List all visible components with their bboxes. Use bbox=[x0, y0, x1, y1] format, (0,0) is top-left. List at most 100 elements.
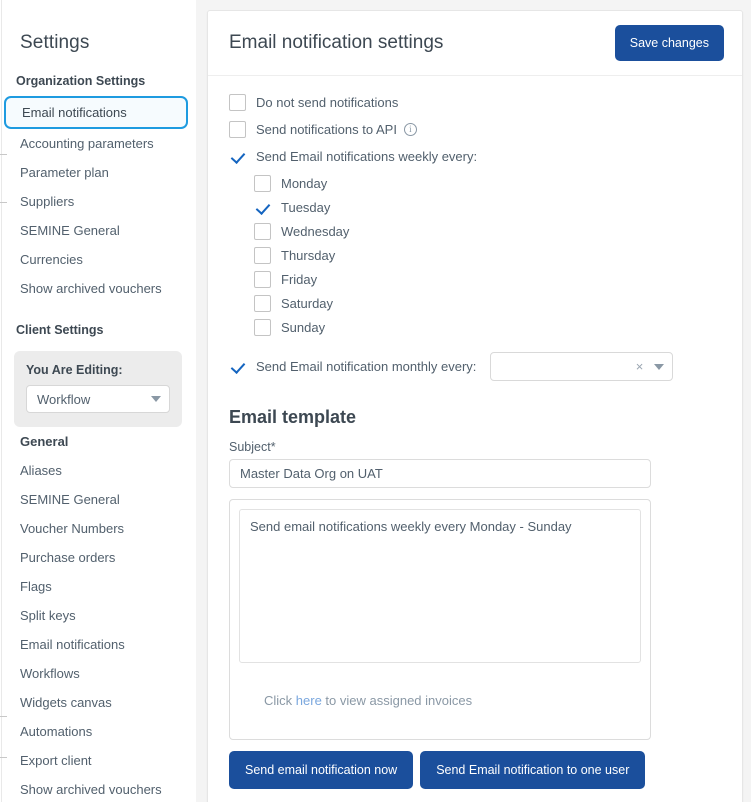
sidebar-item-client-email-notifications[interactable]: Email notifications bbox=[0, 630, 196, 659]
sidebar-item-purchase-orders[interactable]: Purchase orders bbox=[0, 543, 196, 572]
sidebar-item-client-semine-general[interactable]: SEMINE General bbox=[0, 485, 196, 514]
option-send-notifications-to-api[interactable]: Send notifications to API i bbox=[229, 121, 721, 138]
sidebar-left-edge bbox=[0, 0, 2, 802]
checkbox-friday[interactable] bbox=[254, 271, 271, 288]
card-title: Email notification settings bbox=[229, 32, 443, 54]
monthly-day-select[interactable]: × bbox=[490, 352, 673, 381]
sidebar-item-workflows[interactable]: Workflows bbox=[0, 659, 196, 688]
send-email-notification-to-one-user-button[interactable]: Send Email notification to one user bbox=[420, 751, 645, 789]
you-are-editing-label: You Are Editing: bbox=[26, 363, 170, 377]
sidebar-item-client-show-archived-vouchers[interactable]: Show archived vouchers bbox=[0, 775, 196, 802]
scroll-tick bbox=[0, 757, 7, 758]
option-day-saturday[interactable]: Saturday bbox=[254, 295, 721, 312]
sidebar-item-label: Split keys bbox=[20, 608, 76, 623]
sidebar-item-label: Email notifications bbox=[20, 637, 125, 652]
sidebar-item-label: Purchase orders bbox=[20, 550, 115, 565]
settings-page: Settings Organization Settings Email not… bbox=[0, 0, 751, 802]
chevron-down-icon bbox=[654, 364, 664, 370]
sidebar-item-voucher-numbers[interactable]: Voucher Numbers bbox=[0, 514, 196, 543]
sidebar-item-label: Voucher Numbers bbox=[20, 521, 124, 536]
option-day-sunday[interactable]: Sunday bbox=[254, 319, 721, 336]
sidebar-item-label: General bbox=[20, 434, 68, 449]
sidebar-item-currencies[interactable]: Currencies bbox=[0, 245, 196, 274]
sidebar-item-semine-general[interactable]: SEMINE General bbox=[0, 216, 196, 245]
sidebar-item-label: Accounting parameters bbox=[20, 136, 154, 151]
sidebar-item-export-client[interactable]: Export client bbox=[0, 746, 196, 775]
chevron-down-icon bbox=[151, 396, 161, 402]
day-label: Saturday bbox=[281, 296, 333, 311]
sidebar-item-flags[interactable]: Flags bbox=[0, 572, 196, 601]
subject-input[interactable] bbox=[229, 459, 651, 488]
client-select[interactable]: Workflow bbox=[26, 385, 170, 413]
scroll-tick bbox=[0, 154, 7, 155]
sidebar-item-label: Parameter plan bbox=[20, 165, 109, 180]
email-body-wrapper: Click here to view assigned invoices bbox=[229, 499, 651, 740]
email-template-heading: Email template bbox=[229, 407, 721, 428]
scroll-tick bbox=[0, 202, 7, 203]
assigned-suffix: to view assigned invoices bbox=[322, 693, 472, 708]
sidebar-item-suppliers[interactable]: Suppliers bbox=[0, 187, 196, 216]
checkbox-monday[interactable] bbox=[254, 175, 271, 192]
sidebar: Settings Organization Settings Email not… bbox=[0, 0, 196, 802]
sidebar-item-label: Aliases bbox=[20, 463, 62, 478]
sidebar-item-label: Flags bbox=[20, 579, 52, 594]
page-title: Settings bbox=[0, 0, 196, 54]
info-circle-icon[interactable]: i bbox=[404, 123, 417, 136]
main-content: Email notification settings Save changes… bbox=[196, 0, 751, 802]
checkbox-wednesday[interactable] bbox=[254, 223, 271, 240]
option-day-tuesday[interactable]: Tuesday bbox=[254, 199, 721, 216]
close-icon[interactable]: × bbox=[636, 360, 644, 373]
sidebar-item-accounting-parameters[interactable]: Accounting parameters bbox=[0, 129, 196, 158]
sidebar-item-label: Export client bbox=[20, 753, 92, 768]
sidebar-item-label: SEMINE General bbox=[20, 492, 120, 507]
option-day-wednesday[interactable]: Wednesday bbox=[254, 223, 721, 240]
email-body-textarea[interactable] bbox=[239, 509, 641, 663]
sidebar-item-label: Suppliers bbox=[20, 194, 74, 209]
sidebar-item-label: SEMINE General bbox=[20, 223, 120, 238]
checkbox-send-monthly[interactable] bbox=[229, 358, 246, 375]
sidebar-item-automations[interactable]: Automations bbox=[0, 717, 196, 746]
option-day-friday[interactable]: Friday bbox=[254, 271, 721, 288]
sidebar-item-label: Currencies bbox=[20, 252, 83, 267]
sidebar-item-show-archived-vouchers[interactable]: Show archived vouchers bbox=[0, 274, 196, 303]
settings-card: Email notification settings Save changes… bbox=[207, 10, 743, 802]
sidebar-item-label: Workflows bbox=[20, 666, 80, 681]
checkbox-thursday[interactable] bbox=[254, 247, 271, 264]
assigned-prefix: Click bbox=[264, 693, 296, 708]
option-day-thursday[interactable]: Thursday bbox=[254, 247, 721, 264]
option-day-monday[interactable]: Monday bbox=[254, 175, 721, 192]
checkbox-sunday[interactable] bbox=[254, 319, 271, 336]
save-changes-button[interactable]: Save changes bbox=[615, 25, 724, 61]
sidebar-item-widgets-canvas[interactable]: Widgets canvas bbox=[0, 688, 196, 717]
sidebar-item-general[interactable]: General bbox=[0, 427, 196, 456]
checkbox-send-to-api[interactable] bbox=[229, 121, 246, 138]
send-email-notification-now-button[interactable]: Send email notification now bbox=[229, 751, 413, 789]
checkbox-saturday[interactable] bbox=[254, 295, 271, 312]
sidebar-item-email-notifications[interactable]: Email notifications bbox=[4, 96, 188, 129]
option-label: Send Email notifications weekly every: bbox=[256, 149, 477, 164]
sidebar-item-split-keys[interactable]: Split keys bbox=[0, 601, 196, 630]
option-do-not-send-notifications[interactable]: Do not send notifications bbox=[229, 94, 721, 111]
checkbox-do-not-send[interactable] bbox=[229, 94, 246, 111]
sidebar-item-label: Show archived vouchers bbox=[20, 281, 162, 296]
sidebar-item-parameter-plan[interactable]: Parameter plan bbox=[0, 158, 196, 187]
option-send-monthly: Send Email notification monthly every: × bbox=[229, 352, 721, 381]
option-send-weekly[interactable]: Send Email notifications weekly every: bbox=[229, 148, 721, 165]
day-label: Tuesday bbox=[281, 200, 330, 215]
assigned-invoices-note: Click here to view assigned invoices bbox=[239, 668, 641, 730]
org-settings-heading: Organization Settings bbox=[0, 54, 196, 96]
action-buttons: Send email notification now Send Email n… bbox=[229, 751, 721, 789]
you-are-editing-box: You Are Editing: Workflow bbox=[14, 351, 182, 427]
sidebar-item-label: Automations bbox=[20, 724, 92, 739]
checkbox-send-weekly[interactable] bbox=[229, 148, 246, 165]
sidebar-item-label: Show archived vouchers bbox=[20, 782, 162, 797]
sidebar-item-label: Widgets canvas bbox=[20, 695, 112, 710]
assigned-invoices-link[interactable]: here bbox=[296, 693, 322, 708]
checkbox-tuesday[interactable] bbox=[254, 199, 271, 216]
day-label: Wednesday bbox=[281, 224, 349, 239]
client-settings-heading: Client Settings bbox=[0, 303, 196, 345]
card-header: Email notification settings Save changes bbox=[208, 11, 742, 76]
sidebar-item-aliases[interactable]: Aliases bbox=[0, 456, 196, 485]
client-select-value: Workflow bbox=[37, 392, 90, 407]
subject-label: Subject* bbox=[229, 440, 721, 454]
